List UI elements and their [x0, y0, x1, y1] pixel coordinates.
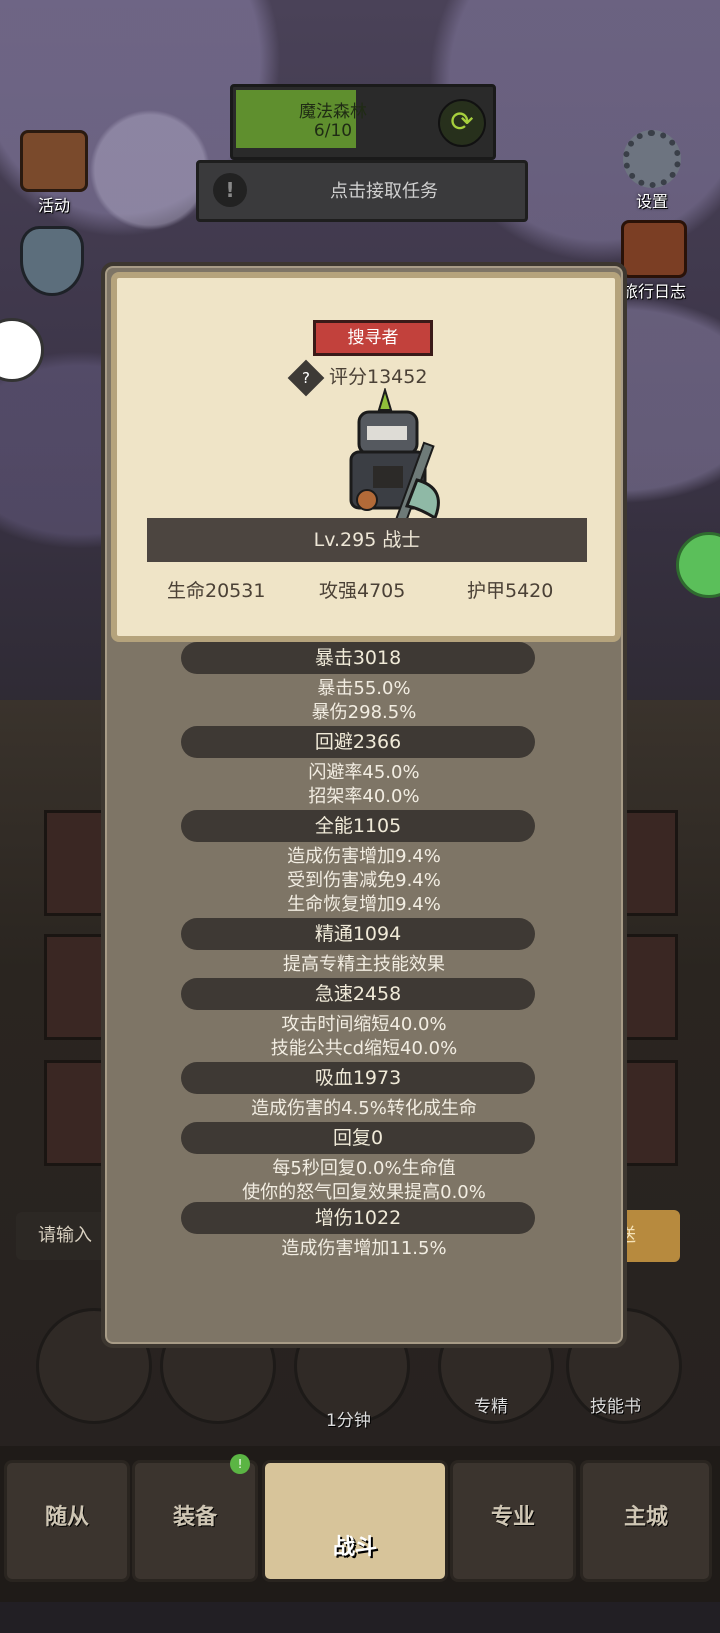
travel-log-label: 旅行日志: [621, 282, 686, 301]
damage-taken-reduction: 受到伤害减免9.4%: [287, 870, 441, 891]
damage-dealt-bonus: 造成伤害增加9.4%: [287, 846, 441, 867]
tab-battle[interactable]: 战斗: [262, 1460, 448, 1582]
refresh-icon[interactable]: ⟳: [438, 99, 486, 147]
scroll-icon: [20, 130, 88, 192]
healing-bonus: 生命恢复增加9.4%: [287, 894, 441, 915]
haste-header: 急速2458: [181, 978, 535, 1010]
specialty-label: 专精: [474, 1397, 508, 1417]
quest-text: 点击接取任务: [330, 181, 438, 202]
score-value: 评分13452: [329, 366, 428, 388]
dodge-rate: 闪避率45.0%: [308, 762, 420, 783]
global-cooldown-reduction: 技能公共cd缩短40.0%: [270, 1038, 458, 1059]
gear-icon: [623, 130, 681, 188]
role-badge: 搜寻者: [313, 320, 433, 356]
tab-followers[interactable]: 随从: [4, 1460, 130, 1582]
stage-progress-bar: 魔法森林 6/10 ⟳: [230, 84, 496, 160]
character-card: 搜寻者 ? 评分13452 Lv.295 战士 生命20531 攻强4705 护甲…: [111, 272, 621, 642]
tab-profession[interactable]: 专业: [450, 1460, 576, 1582]
rage-regen: 使你的怒气回复效果提高0.0%: [242, 1182, 486, 1203]
attack-power-stat: 攻强4705: [319, 580, 406, 602]
settings-label: 设置: [635, 192, 668, 211]
bottom-nav: 随从 装备 ! 战斗 专业 主城: [0, 1446, 720, 1602]
settings-button[interactable]: 设置: [610, 130, 694, 212]
character-stats-dialog: 搜寻者 ? 评分13452 Lv.295 战士 生命20531 攻强4705 护甲…: [101, 262, 627, 1348]
attack-time-reduction: 攻击时间缩短40.0%: [281, 1014, 447, 1035]
chest-timer-label: 1分钟: [326, 1411, 371, 1431]
health-regen: 每5秒回复0.0%生命值: [272, 1158, 456, 1179]
crit-damage: 暴伤298.5%: [311, 702, 417, 723]
crit-rate: 暴击55.0%: [317, 678, 411, 699]
health-stat: 生命20531: [167, 580, 266, 602]
parry-rate: 招架率40.0%: [308, 786, 420, 807]
crit-header: 暴击3018: [181, 642, 535, 674]
tab-equipment[interactable]: 装备: [132, 1460, 258, 1582]
mastery-header: 精通1094: [181, 918, 535, 950]
activity-label: 活动: [37, 196, 70, 215]
stage-name: 魔法森林: [299, 102, 367, 122]
versatility-header: 全能1105: [181, 810, 535, 842]
stage-progress-text: 6/10: [313, 121, 353, 141]
quest-button[interactable]: ! 点击接取任务: [196, 160, 528, 222]
score-row: ? 评分13452: [287, 359, 428, 396]
dungeon-icon[interactable]: [20, 226, 84, 296]
mastery-effect: 提高专精主技能效果: [283, 954, 445, 975]
damage-bonus-effect: 造成伤害增加11.5%: [281, 1238, 447, 1259]
lifesteal-effect: 造成伤害的4.5%转化成生命: [251, 1098, 477, 1119]
regen-header: 回复0: [181, 1122, 535, 1154]
book-icon: [621, 220, 687, 278]
avoidance-header: 回避2366: [181, 726, 535, 758]
warrior-sprite: [349, 388, 440, 529]
tab-main-city[interactable]: 主城: [580, 1460, 712, 1582]
armor-stat: 护甲5420: [467, 580, 554, 602]
skill-book-label: 技能书: [590, 1397, 641, 1417]
damage-bonus-header: 增伤1022: [181, 1202, 535, 1234]
lifesteal-header: 吸血1973: [181, 1062, 535, 1094]
equipment-badge: !: [230, 1454, 250, 1474]
level-class-banner: Lv.295 战士: [147, 518, 587, 562]
alert-icon: !: [213, 173, 247, 207]
activity-button[interactable]: 活动: [14, 130, 94, 216]
